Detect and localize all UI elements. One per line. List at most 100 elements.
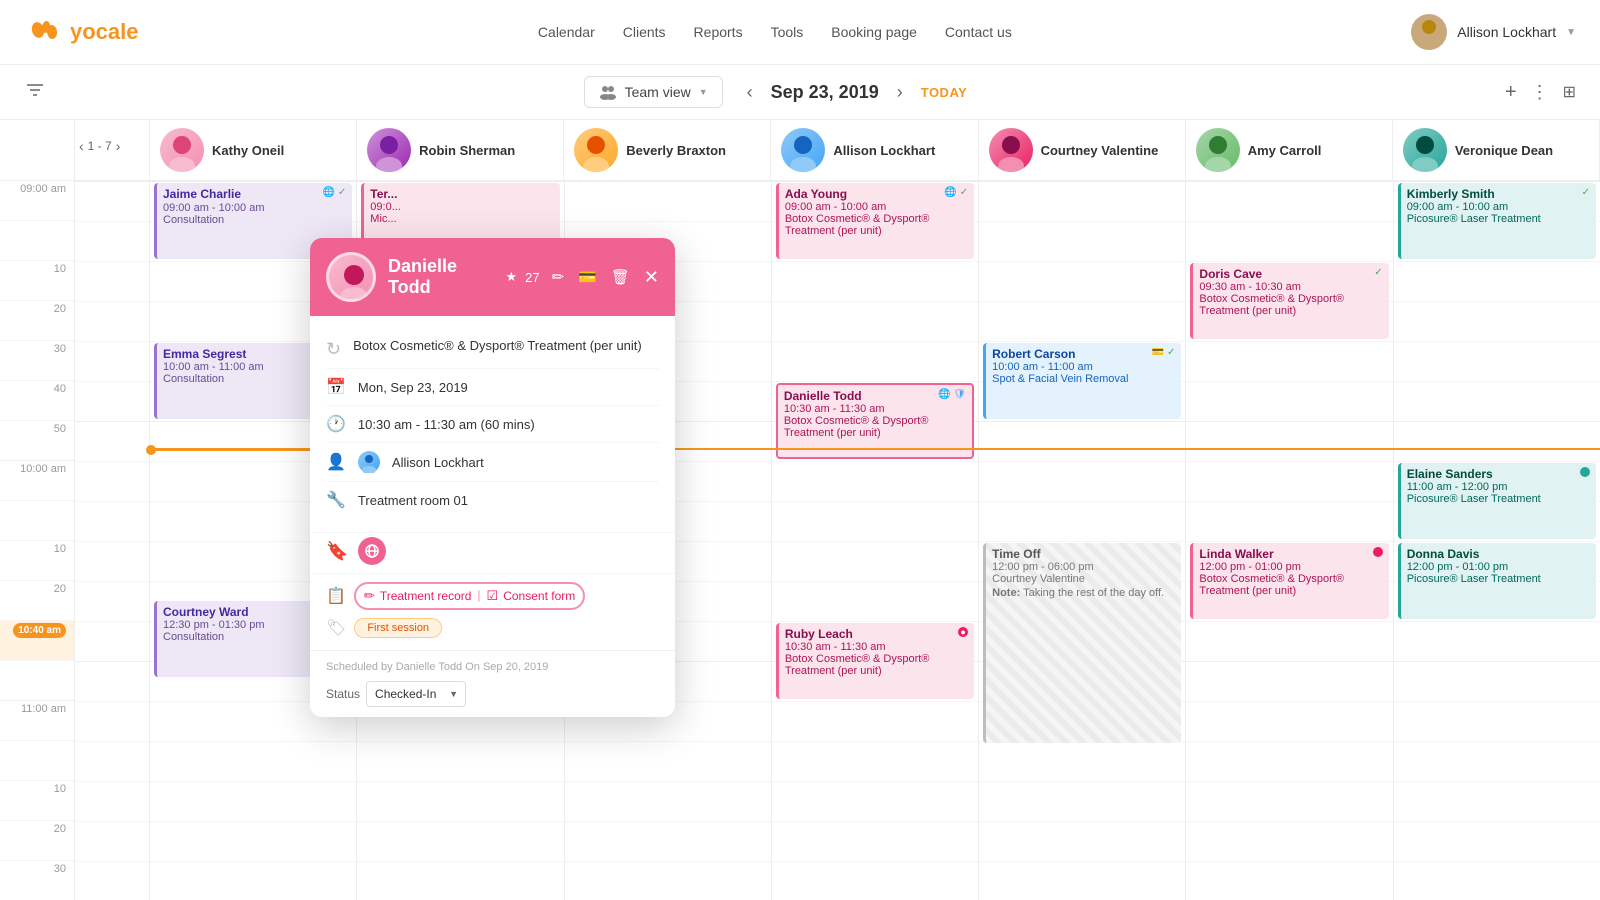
filter-icon: [24, 79, 46, 101]
staff-avatar-beverly: [574, 128, 618, 172]
next-date-button[interactable]: ›: [893, 78, 907, 107]
staff-name-kathy: Kathy Oneil: [212, 143, 284, 158]
appt-linda-walker[interactable]: Linda Walker 12:00 pm - 01:00 pm Botox C…: [1190, 543, 1388, 619]
user-dropdown-icon[interactable]: ▼: [1566, 27, 1576, 38]
staff-name-allison: Allison Lockhart: [833, 143, 935, 158]
appt-danielle-todd[interactable]: Danielle Todd 🌐 🛡 10:30 am - 11:30 am Bo…: [776, 383, 974, 459]
clock-icon: 🕐: [326, 414, 346, 434]
top-nav: yocale Calendar Clients Reports Tools Bo…: [0, 0, 1600, 65]
popup-scheduled-by: Scheduled by Danielle Todd On Sep 20, 20…: [326, 661, 548, 673]
appt-doris-cave[interactable]: Doris Cave ✓ 09:30 am - 10:30 am Botox C…: [1190, 263, 1388, 339]
today-button[interactable]: TODAY: [921, 85, 968, 100]
appt-time-off[interactable]: Time Off 12:00 pm - 06:00 pm Courtney Va…: [983, 543, 1181, 743]
toolbar: Team view ▼ ‹ Sep 23, 2019 › TODAY + ⋮ ⊞: [0, 65, 1600, 120]
treatment-record-button[interactable]: ✏ Treatment record: [364, 588, 472, 604]
nav-booking[interactable]: Booking page: [831, 24, 917, 40]
time-slot: 10: [0, 260, 74, 300]
appointment-popup: Danielle Todd ★ 27 ✏ 💳 🗑 ✕ ↻ Botox Cosme…: [310, 238, 675, 717]
appt-elaine-sanders[interactable]: Elaine Sanders 11:00 am - 12:00 pm Picos…: [1398, 463, 1596, 539]
treatment-record-icon: ✏: [364, 588, 375, 604]
appt-donna-davis[interactable]: Donna Davis 12:00 pm - 01:00 pm Picosure…: [1398, 543, 1596, 619]
person-icon: 👤: [326, 452, 346, 472]
popup-room-row: 🔧 Treatment room 01: [326, 482, 659, 518]
toolbar-right: + ⋮ ⊞: [1505, 81, 1576, 104]
filter-button[interactable]: [24, 79, 46, 106]
status-select[interactable]: Checked-In Scheduled Completed No Show C…: [366, 681, 466, 707]
col-allison: Ada Young 🌐 ✓ 09:00 am - 10:00 am Botox …: [772, 181, 979, 900]
appt-kimberly-smith[interactable]: Kimberly Smith ✓ 09:00 am - 10:00 am Pic…: [1398, 183, 1596, 259]
popup-star-count: 27: [525, 270, 539, 285]
staff-name-beverly: Beverly Braxton: [626, 143, 726, 158]
time-slot: 20: [0, 580, 74, 620]
logo-icon: [24, 12, 64, 52]
next-range[interactable]: ›: [116, 138, 121, 154]
appt-ada-young[interactable]: Ada Young 🌐 ✓ 09:00 am - 10:00 am Botox …: [776, 183, 974, 259]
nav-tools[interactable]: Tools: [771, 24, 804, 40]
docs-ring: ✏ Treatment record | ☑ Consent form: [354, 582, 585, 610]
popup-body: ↻ Botox Cosmetic® & Dysport® Treatment (…: [310, 316, 675, 532]
staff-header-courtney: Courtney Valentine: [979, 120, 1186, 180]
time-slot: [0, 660, 74, 700]
add-button[interactable]: +: [1505, 81, 1517, 104]
time-slot: 10:00 am: [0, 460, 74, 500]
room-icon: 🔧: [326, 490, 346, 510]
staff-header: Kathy Oneil Robin Sherman Beverly Braxto…: [75, 120, 1600, 181]
logo[interactable]: yocale: [24, 12, 139, 52]
appt-robert-carson[interactable]: Robert Carson 💳 ✓ 10:00 am - 11:00 am Sp…: [983, 343, 1181, 419]
consent-form-label: Consent form: [503, 589, 575, 603]
toolbar-left: [24, 79, 46, 106]
popup-header: Danielle Todd ★ 27 ✏ 💳 🗑 ✕: [310, 238, 675, 316]
appt-ruby-leach[interactable]: Ruby Leach ● 10:30 am - 11:30 am Botox C…: [776, 623, 974, 699]
nav-reports[interactable]: Reports: [694, 24, 743, 40]
staff-avatar-veronique: [1403, 128, 1447, 172]
time-slot: 10: [0, 540, 74, 580]
time-slot: [0, 220, 74, 260]
status-area: Status Checked-In Scheduled Completed No…: [326, 681, 466, 707]
team-icon: [599, 83, 617, 101]
staff-area: ‹ 1 - 7 › Kathy Oneil Robin Sherman: [75, 120, 1600, 900]
popup-provider-row: 👤 Allison Lockhart: [326, 443, 659, 482]
more-button[interactable]: ⋮: [1531, 82, 1549, 103]
time-slot: 30: [0, 340, 74, 380]
user-name[interactable]: Allison Lockhart: [1457, 24, 1556, 40]
popup-card-button[interactable]: 💳: [578, 268, 597, 286]
nav-contact[interactable]: Contact us: [945, 24, 1012, 40]
bookmark-icon[interactable]: 🔖: [326, 541, 348, 562]
popup-close-button[interactable]: ✕: [644, 267, 659, 288]
globe-icon[interactable]: [358, 537, 386, 565]
avatar-icon: [1411, 14, 1447, 50]
time-slot: 30: [0, 860, 74, 900]
calendar-container: 09:00 am 10 20 30 40 50 10:00 am 10 20 1…: [0, 120, 1600, 900]
prev-range[interactable]: ‹: [79, 138, 84, 154]
time-slot: 20: [0, 300, 74, 340]
consent-form-button[interactable]: ☑ Consent form: [487, 588, 576, 604]
popup-delete-button[interactable]: 🗑: [611, 268, 630, 286]
time-column: 09:00 am 10 20 30 40 50 10:00 am 10 20 1…: [0, 120, 75, 900]
staff-name-amy: Amy Carroll: [1248, 143, 1322, 158]
nav-calendar[interactable]: Calendar: [538, 24, 595, 40]
team-view-button[interactable]: Team view ▼: [584, 76, 723, 108]
range-indicator: ‹ 1 - 7 ›: [79, 138, 120, 154]
user-area: Allison Lockhart ▼: [1411, 14, 1576, 50]
popup-provider-avatar: [358, 451, 380, 473]
popup-service-text: Botox Cosmetic® & Dysport® Treatment (pe…: [353, 338, 642, 353]
service-icon: ↻: [326, 339, 341, 360]
globe-svg: [364, 543, 380, 559]
popup-date-text: Mon, Sep 23, 2019: [358, 380, 468, 395]
prev-date-button[interactable]: ‹: [743, 78, 757, 107]
popup-provider-text: Allison Lockhart: [392, 455, 484, 470]
popup-room-text: Treatment room 01: [358, 493, 468, 508]
tag-icon: 🏷: [326, 618, 346, 638]
first-session-button[interactable]: First session: [354, 618, 442, 638]
grid-view-button[interactable]: ⊞: [1563, 82, 1576, 102]
time-slot: 10:40 am: [0, 620, 74, 660]
nav-clients[interactable]: Clients: [623, 24, 666, 40]
treatment-record-label: Treatment record: [380, 589, 472, 603]
staff-name-veronique: Veronique Dean: [1455, 143, 1553, 158]
popup-edit-button[interactable]: ✏: [552, 268, 565, 286]
date-display: Sep 23, 2019: [771, 82, 879, 103]
time-slot: 50: [0, 420, 74, 460]
time-slot: [0, 740, 74, 780]
popup-action-buttons: ✏ 💳 🗑 ✕: [552, 267, 659, 288]
team-view-label: Team view: [625, 84, 691, 100]
